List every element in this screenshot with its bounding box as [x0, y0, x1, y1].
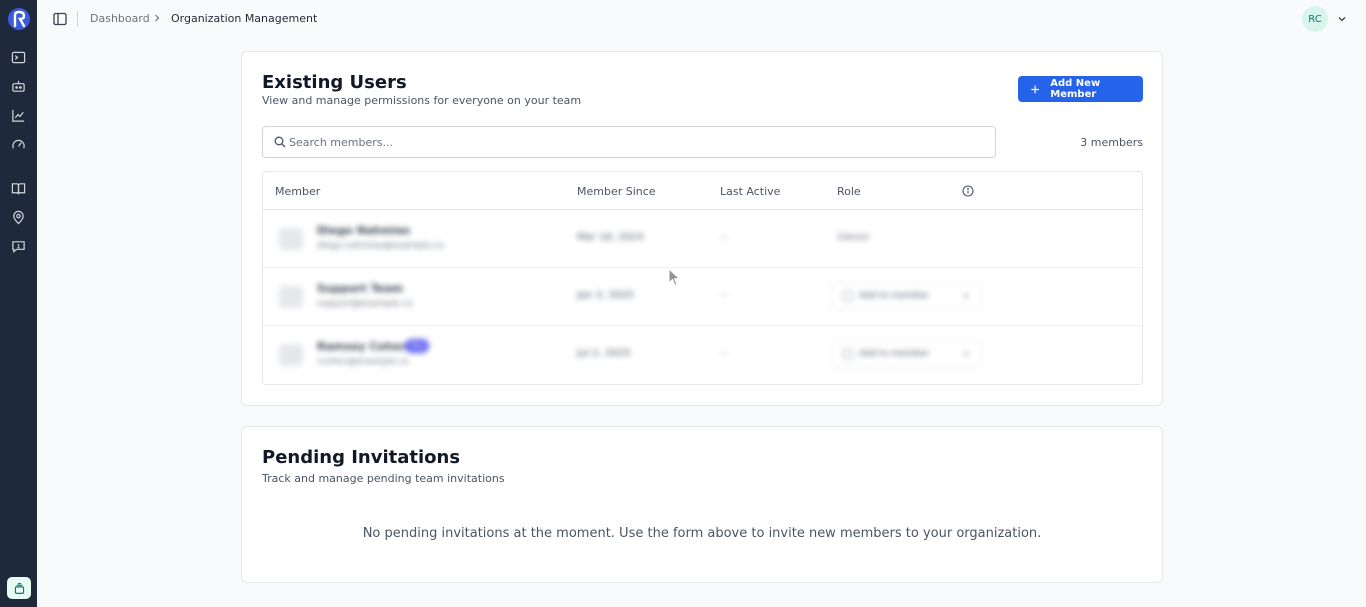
- existing-users-card: Existing Users View and manage permissio…: [241, 51, 1163, 406]
- bot-icon[interactable]: [11, 79, 26, 94]
- breadcrumb-dashboard[interactable]: Dashboard: [90, 12, 150, 25]
- role-select-value: Add to member: [859, 291, 930, 301]
- column-member: Member: [275, 185, 321, 198]
- pending-invitations-subtitle: Track and manage pending team invitation…: [262, 472, 505, 485]
- layers-icon: [14, 582, 24, 594]
- members-table: Member Member Since Last Active Role Die…: [262, 171, 1143, 385]
- member-since: Mar 18, 2024: [577, 232, 644, 243]
- column-member-since: Member Since: [577, 185, 656, 198]
- terminal-icon[interactable]: [11, 50, 26, 65]
- search-icon: [274, 136, 286, 148]
- divider: [77, 11, 78, 27]
- table-header: Member Member Since Last Active Role: [263, 172, 1142, 210]
- member-email: rcohen@example.co: [317, 357, 409, 367]
- message-square-icon[interactable]: [11, 239, 26, 254]
- chevron-down-icon[interactable]: [1336, 13, 1348, 25]
- app-logo-icon[interactable]: [7, 7, 31, 31]
- role-select-value: Add to member: [859, 349, 930, 359]
- existing-users-title: Existing Users: [262, 72, 407, 93]
- cursor-icon: [668, 268, 681, 287]
- member-name: Support Team: [317, 282, 403, 295]
- last-active: —: [719, 232, 729, 243]
- member-since: Jul 2, 2025: [577, 348, 631, 359]
- user-icon: [843, 291, 853, 301]
- member-name: Diego Nahmias: [317, 224, 411, 237]
- chevron-right-icon: [155, 14, 160, 22]
- member-avatar: [279, 286, 303, 308]
- chevron-down-icon: [963, 294, 969, 299]
- breadcrumb-current: Organization Management: [171, 12, 318, 25]
- search-box: [262, 126, 996, 158]
- member-avatar: [279, 228, 303, 250]
- chart-line-icon[interactable]: [11, 108, 26, 123]
- role-select[interactable]: Add to member: [832, 340, 982, 368]
- last-active: —: [719, 290, 729, 301]
- chevron-down-icon: [963, 352, 969, 357]
- you-badge: You: [405, 339, 429, 353]
- user-avatar[interactable]: RC: [1302, 6, 1328, 32]
- table-row[interactable]: Ramsey Cohen You rcohen@example.co Jul 2…: [263, 326, 1142, 384]
- column-last-active: Last Active: [720, 185, 781, 198]
- pending-invitations-card: Pending Invitations Track and manage pen…: [241, 426, 1163, 583]
- add-new-member-label: Add New Member: [1050, 78, 1101, 100]
- member-since: Jan 3, 2025: [577, 290, 634, 301]
- info-icon[interactable]: [962, 185, 974, 197]
- workspace-button[interactable]: [7, 577, 31, 599]
- member-email: support@example.co: [317, 299, 413, 309]
- top-bar: Dashboard Organization Management RC: [37, 0, 1366, 38]
- last-active: —: [719, 348, 729, 359]
- gauge-icon[interactable]: [11, 137, 26, 152]
- user-icon: [843, 349, 853, 359]
- empty-state-message: No pending invitations at the moment. Us…: [362, 526, 1042, 541]
- plus-icon: [1031, 85, 1039, 93]
- member-role: Owner: [837, 232, 870, 243]
- search-input[interactable]: [289, 127, 979, 157]
- sidebar: [0, 0, 37, 607]
- member-email: diego.nahmias@example.co: [317, 241, 445, 251]
- table-row[interactable]: Diego Nahmias diego.nahmias@example.co M…: [263, 210, 1142, 268]
- map-pin-icon[interactable]: [11, 210, 26, 225]
- sidebar-toggle-icon[interactable]: [52, 11, 68, 27]
- pending-invitations-title: Pending Invitations: [262, 447, 461, 468]
- member-name: Ramsey Cohen: [317, 340, 409, 353]
- table-row[interactable]: Support Team support@example.co Jan 3, 2…: [263, 268, 1142, 326]
- book-open-icon[interactable]: [11, 181, 26, 196]
- member-avatar: [279, 344, 303, 366]
- role-select[interactable]: Add to member: [832, 282, 982, 310]
- add-new-member-button[interactable]: Add New Member: [1018, 76, 1143, 102]
- member-count: 3 members: [1080, 136, 1143, 149]
- existing-users-subtitle: View and manage permissions for everyone…: [262, 94, 582, 107]
- column-role: Role: [837, 185, 861, 198]
